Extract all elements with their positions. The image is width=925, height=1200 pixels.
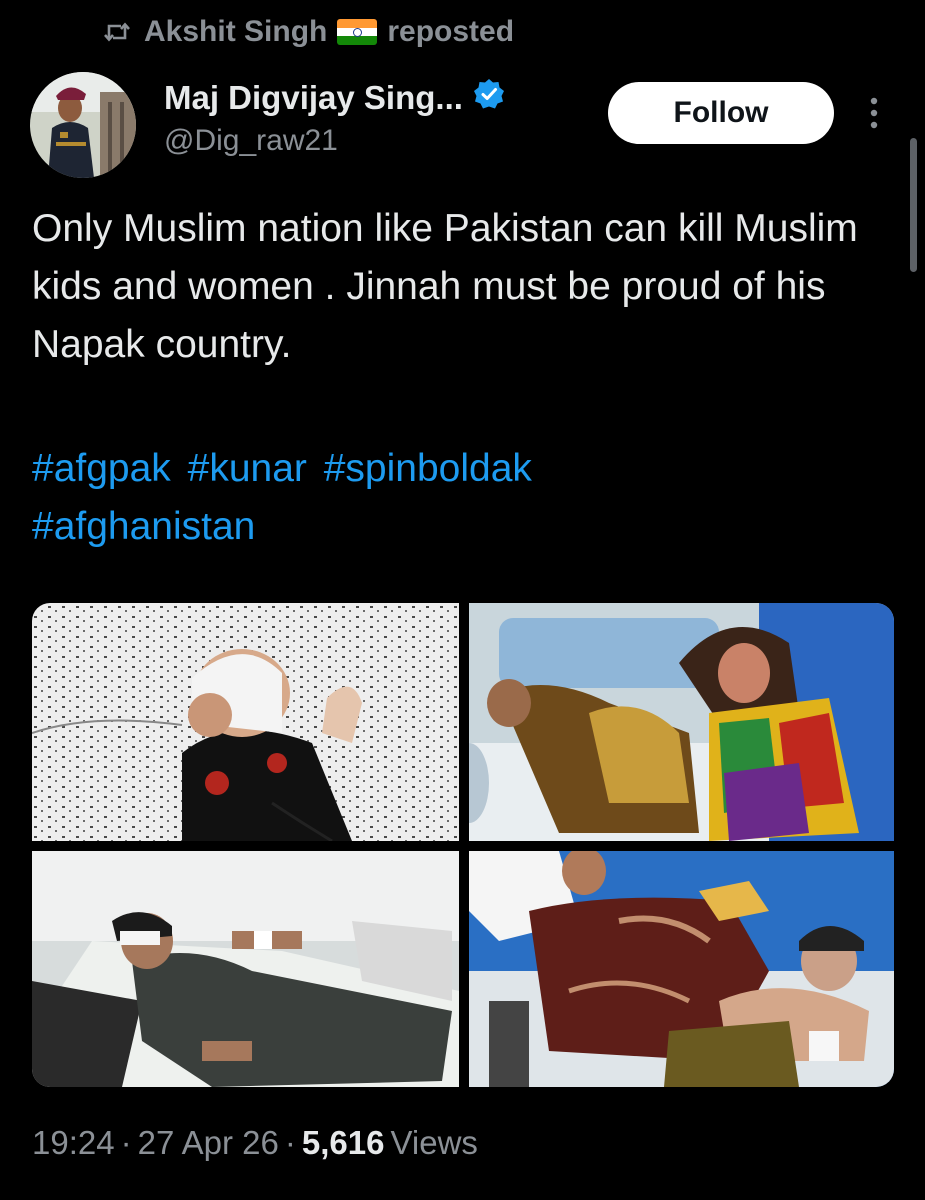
photo-4[interactable] [469,851,894,1087]
author-avatar[interactable] [30,72,136,178]
views-label: Views [390,1124,478,1161]
hashtag-link[interactable]: #spinboldak [324,447,532,490]
repost-icon [104,21,130,43]
hashtag-link[interactable]: #afgpak [32,447,171,490]
photo-1[interactable] [32,603,459,841]
reposter-name[interactable]: Akshit Singh [144,15,327,49]
verified-badge-icon [473,78,505,118]
media-grid [32,603,894,1087]
hashtag-link[interactable]: #afghanistan [32,505,255,548]
meta-separator: · [284,1124,296,1161]
meta-separator: · [120,1124,132,1161]
india-flag-icon [337,19,378,45]
hashtag-list: #afgpak #kunar #spinboldak #afghanistan [32,440,902,556]
author-info: Maj Digvijay Sing... @Dig_raw21 [164,76,505,158]
repost-header: Akshit Singh reposted [104,10,514,54]
hashtag-link[interactable]: #kunar [188,447,307,490]
author-handle[interactable]: @Dig_raw21 [164,124,505,158]
author-display-name[interactable]: Maj Digvijay Sing... [164,79,463,117]
repost-label: reposted [387,15,515,48]
more-vertical-icon[interactable] [862,94,886,134]
photo-2[interactable] [469,603,894,841]
tweet-time[interactable]: 19:24 [32,1124,115,1162]
follow-button[interactable]: Follow [608,82,834,144]
photo-3[interactable] [32,851,459,1087]
scrollbar[interactable] [910,138,917,272]
tweet-meta: 19:24 · 27 Apr 26 · 5,616 Views [32,1124,478,1162]
views-count: 5,616 [301,1124,385,1161]
tweet-text: Only Muslim nation like Pakistan can kil… [32,207,858,366]
tweet-date[interactable]: 27 Apr 26 [138,1124,279,1162]
